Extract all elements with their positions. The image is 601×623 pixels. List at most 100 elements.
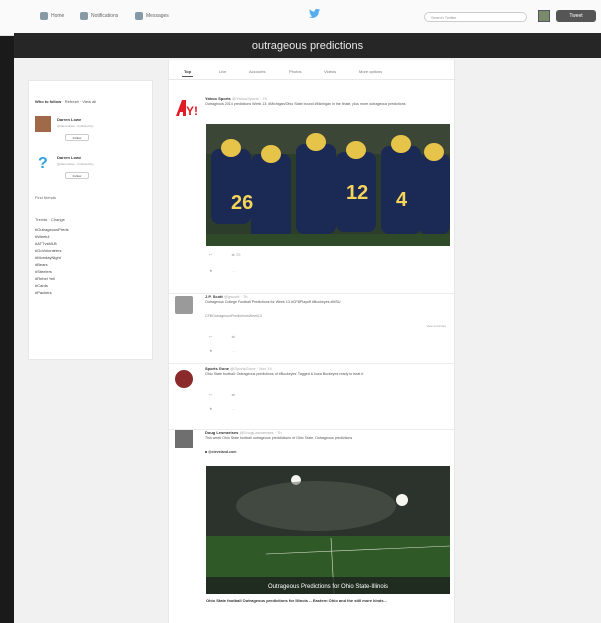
follow-button[interactable]: Follow: [65, 172, 89, 179]
tweet-author[interactable]: Yahoo Sports @YahooSports · 7h: [205, 96, 267, 101]
suggestion-item[interactable]: ? Darren Lowe @darrenlowe · Followed by …: [35, 154, 147, 188]
reply-icon[interactable]: ↩: [209, 392, 212, 397]
user-avatar[interactable]: [538, 10, 550, 22]
tweet-source-link[interactable]: ◙ @cleveland.com: [205, 450, 445, 455]
more-icon[interactable]: …: [232, 406, 236, 411]
tab-top[interactable]: Top: [181, 69, 194, 77]
tweet-photo-stadium[interactable]: Outrageous Predictions for Ohio State-Il…: [206, 466, 450, 594]
tweet-item[interactable]: Y! Yahoo Sports @YahooSports · 7h Outrag…: [169, 88, 456, 294]
retweet-icon[interactable]: ⇄: [231, 334, 234, 339]
search-tabs: Top Live Accounts Photos Videos More opt…: [169, 60, 456, 80]
tweet-avatar: Y!: [175, 98, 198, 118]
yahoo-logo-text: Y!: [186, 104, 197, 118]
video-overlay-text: Outrageous Predictions for Ohio State-Il…: [268, 584, 388, 590]
tweet-author-name: Yahoo Sports: [205, 96, 231, 101]
search-timeline: Top Live Accounts Photos Videos More opt…: [168, 60, 456, 623]
trend-item[interactable]: #ATTvsMLB: [35, 241, 57, 246]
tweet-source-label: @cleveland.com: [208, 450, 237, 454]
nav-home[interactable]: Home: [40, 12, 64, 20]
nav-messages[interactable]: Messages: [135, 12, 169, 20]
top-navigation-bar: Home Notifications Messages Search Twitt…: [0, 0, 601, 36]
trend-item[interactable]: #GoVolunteers: [35, 248, 61, 253]
tab-videos[interactable]: Videos: [324, 69, 336, 74]
refresh-link[interactable]: Refresh: [65, 99, 79, 104]
suggestion-handle: @darrenlowe · Followed by: [57, 162, 94, 166]
suggestion-item[interactable]: Darren Lowe @darrenlowe · Followed by Fo…: [35, 116, 147, 150]
yahoo-sports-logo-icon: Y!: [176, 100, 198, 118]
tweet-avatar: [175, 370, 193, 388]
search-input[interactable]: Search Twitter: [424, 12, 527, 22]
retweet-count: 25: [235, 252, 241, 257]
view-summary-link[interactable]: View summary: [426, 324, 446, 328]
tweet-text: Outrageous 2014 predictions Week 13: #Mi…: [205, 102, 406, 106]
who-to-follow-header: Who to follow · Refresh · View all: [35, 99, 97, 104]
trend-item[interactable]: #Week4: [35, 234, 50, 239]
search-query-bar: outrageous predictions: [14, 33, 601, 58]
tweet-item[interactable]: Doug Lesmerises @DougLesmerises · 7h Thi…: [169, 430, 456, 623]
tab-more-options[interactable]: More options: [359, 69, 382, 74]
question-mark-icon: ?: [38, 155, 48, 172]
tweet-actions: ↩ ⇄: [209, 334, 235, 339]
home-icon: [40, 12, 48, 20]
more-icon[interactable]: …: [232, 348, 236, 353]
favorite-icon[interactable]: ★: [209, 268, 213, 273]
trend-item[interactable]: #Bears: [35, 262, 48, 267]
tweet-actions: ↩ ⇄: [209, 392, 235, 397]
trend-item[interactable]: #Steelers: [35, 269, 52, 274]
nav-notifications-label: Notifications: [91, 13, 119, 19]
tab-accounts[interactable]: Accounts: [249, 69, 265, 74]
tweet-author-name: Doug Lesmerises: [205, 430, 239, 435]
camera-icon: ◙: [205, 450, 208, 454]
nav-notifications[interactable]: Notifications: [80, 12, 118, 20]
suggestion-name: Darren Lowe: [57, 117, 82, 122]
tweet-actions-secondary: ★ …: [209, 268, 236, 273]
twitter-bird-icon[interactable]: [308, 9, 322, 19]
tweet-item[interactable]: Sports Gone @SportsGone · Nov 14 Ohio St…: [169, 364, 456, 430]
svg-text:?: ?: [38, 155, 48, 170]
favorite-icon[interactable]: ★: [209, 406, 213, 411]
tweet-actions: ↩ ⇄ 25: [209, 252, 240, 257]
more-icon[interactable]: …: [232, 268, 236, 273]
view-all-link[interactable]: View all: [82, 99, 96, 104]
tweet-author[interactable]: Doug Lesmerises @DougLesmerises · 7h: [205, 430, 282, 435]
tab-live[interactable]: Live: [219, 69, 226, 74]
retweet-icon[interactable]: ⇄: [231, 392, 234, 397]
trends-header: Trends · Change: [35, 217, 65, 222]
tweet-link[interactable]: CFBOutrageousPredictionsWeek13: [205, 314, 445, 319]
follow-button[interactable]: Follow: [65, 134, 89, 141]
trend-item[interactable]: #Packers: [35, 290, 52, 295]
tweet-author-name: Sports Gone: [205, 366, 230, 371]
favorite-icon[interactable]: ★: [209, 348, 213, 353]
nav-messages-label: Messages: [146, 13, 169, 19]
trend-item[interactable]: #Rebel Yell: [35, 276, 55, 281]
search-query-text: outrageous predictions: [251, 40, 364, 52]
card-caption[interactable]: Ohio State football Outrageous predictio…: [206, 598, 446, 603]
tweet-avatar: [175, 296, 193, 314]
trend-item[interactable]: #MondayNight: [35, 255, 61, 260]
trend-item[interactable]: #Cards: [35, 283, 48, 288]
reply-icon[interactable]: ↩: [209, 334, 212, 339]
reply-icon[interactable]: ↩: [209, 252, 212, 257]
avatar: [35, 116, 51, 132]
tweet-author-name: J.P. Scott: [205, 294, 223, 299]
who-to-follow-title: Who to follow: [35, 99, 62, 104]
tweet-handle: @YahooSports · 7h: [231, 96, 267, 101]
find-friends-link[interactable]: Find friends: [35, 195, 56, 200]
tweet-button[interactable]: Tweet: [556, 10, 596, 22]
trend-item[interactable]: #OutrageousPreds: [35, 227, 69, 232]
tweet-photo-football-team[interactable]: 26 12 4: [206, 124, 450, 246]
left-dark-edge: [0, 36, 14, 623]
tweet-item[interactable]: J.P. Scott @jpscott · 7h Outrageous Coll…: [169, 294, 456, 364]
left-sidebar: Who to follow · Refresh · View all Darre…: [28, 80, 153, 360]
tweet-handle: @DougLesmerises · 7h: [239, 430, 282, 435]
suggestion-name: Darren Lowe: [57, 155, 82, 160]
tab-photos[interactable]: Photos: [289, 69, 301, 74]
tweet-actions-secondary: ★ …: [209, 348, 236, 353]
tweet-text: Ohio State football: Outrageous predicti…: [205, 372, 364, 376]
avatar: ?: [35, 154, 51, 172]
tweet-author[interactable]: J.P. Scott @jpscott · 7h: [205, 294, 247, 299]
tweet-author[interactable]: Sports Gone @SportsGone · Nov 14: [205, 366, 272, 371]
nav-home-label: Home: [51, 13, 65, 19]
tweet-text: Outrageous College Football Predictions …: [205, 300, 341, 304]
retweet-icon[interactable]: ⇄: [231, 252, 234, 257]
